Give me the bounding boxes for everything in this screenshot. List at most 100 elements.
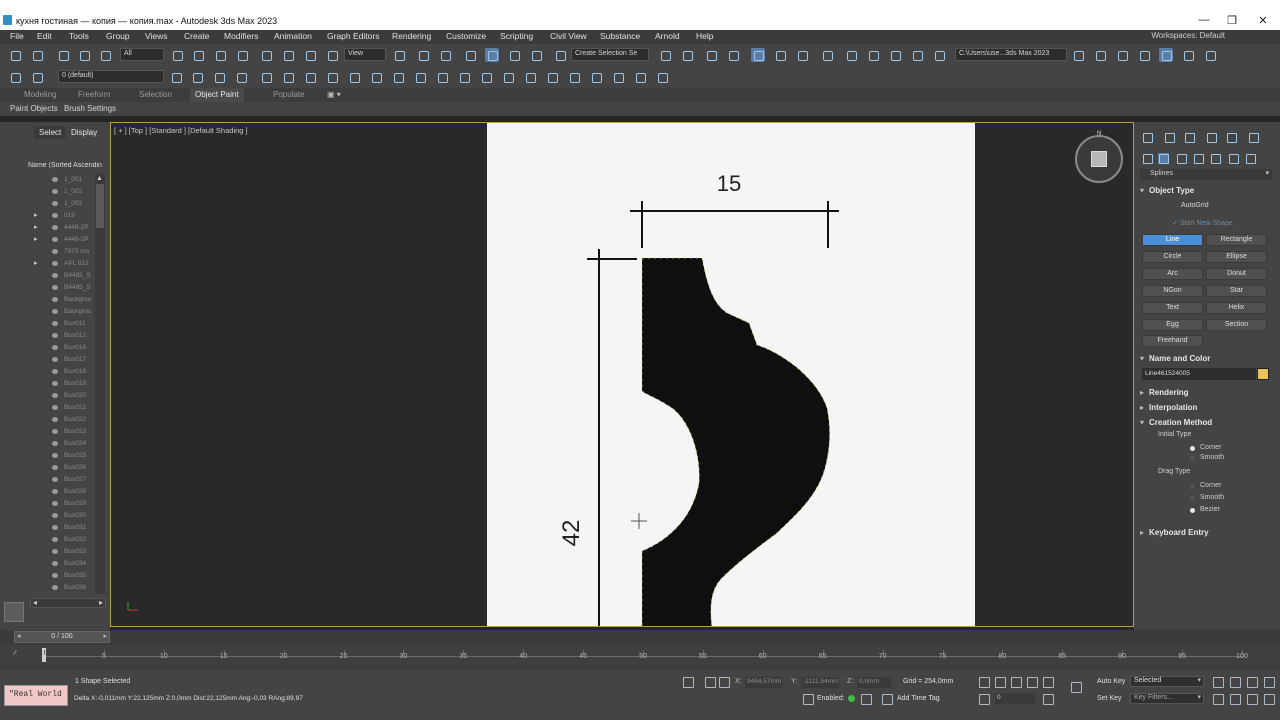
layer-visibility-icon[interactable] bbox=[30, 70, 44, 84]
rectangular-selection-icon[interactable] bbox=[213, 48, 227, 62]
menu-help[interactable]: Help bbox=[696, 31, 713, 41]
menu-edit[interactable]: Edit bbox=[37, 31, 52, 41]
cameras-category-icon[interactable] bbox=[1193, 153, 1204, 164]
systems-category-icon[interactable] bbox=[1245, 153, 1256, 164]
help-icon[interactable] bbox=[655, 70, 669, 84]
list-item[interactable]: 1_003 bbox=[30, 198, 94, 210]
undo-icon[interactable] bbox=[8, 48, 22, 62]
selection-lock-icon[interactable] bbox=[703, 675, 717, 689]
menu-views[interactable]: Views bbox=[145, 31, 168, 41]
scroll-left-icon[interactable]: ◂ bbox=[33, 598, 37, 607]
visibility-eye-icon[interactable] bbox=[52, 261, 58, 266]
z-coord-field[interactable]: 0,0mm bbox=[857, 677, 891, 688]
geometry-category-icon[interactable] bbox=[1142, 153, 1153, 164]
isolate-selection-icon[interactable] bbox=[545, 70, 559, 84]
keyboard-shortcut-override-icon[interactable] bbox=[438, 48, 452, 62]
zoom-extents-all-icon[interactable] bbox=[1262, 675, 1276, 689]
expand-arrow-icon[interactable]: ▸ bbox=[34, 223, 38, 231]
enabled-indicator-icon[interactable] bbox=[848, 695, 855, 702]
visibility-eye-icon[interactable] bbox=[52, 573, 58, 578]
viewport-config-icon[interactable] bbox=[589, 70, 603, 84]
visibility-eye-icon[interactable] bbox=[52, 537, 58, 542]
list-item[interactable]: ▸ 4448-2P bbox=[30, 234, 94, 246]
visibility-eye-icon[interactable] bbox=[52, 237, 58, 242]
current-layer-dropdown[interactable]: 0 (default) bbox=[58, 70, 164, 83]
utilities-panel-icon[interactable] bbox=[1248, 132, 1259, 143]
utilities-tool-icon[interactable] bbox=[457, 70, 471, 84]
menu-animation[interactable]: Animation bbox=[274, 31, 312, 41]
toggle-layer-explorer-icon[interactable] bbox=[726, 48, 740, 62]
create-helper-icon[interactable] bbox=[303, 70, 317, 84]
viewcube[interactable]: N bbox=[1075, 131, 1123, 183]
list-item[interactable]: Box022 bbox=[30, 414, 94, 426]
menu-file[interactable]: File bbox=[10, 31, 24, 41]
render-production-icon[interactable] bbox=[888, 48, 902, 62]
list-item[interactable]: Box031 bbox=[30, 522, 94, 534]
list-item[interactable]: Box017 bbox=[30, 354, 94, 366]
shapes-category-icon[interactable] bbox=[1158, 153, 1169, 164]
grid-icon[interactable] bbox=[567, 70, 581, 84]
visibility-eye-icon[interactable] bbox=[52, 177, 58, 182]
rendered-frame-window-icon[interactable] bbox=[866, 48, 880, 62]
visibility-eye-icon[interactable] bbox=[52, 477, 58, 482]
visibility-eye-icon[interactable] bbox=[52, 333, 58, 338]
add-to-layer-icon[interactable] bbox=[190, 70, 204, 84]
autogrid-checkbox[interactable]: AutoGrid bbox=[1181, 202, 1209, 209]
list-item[interactable]: Box020 bbox=[30, 390, 94, 402]
visibility-eye-icon[interactable] bbox=[52, 309, 58, 314]
viewport-label-menu[interactable]: [ + ] [Top ] [Standard ] [Default Shadin… bbox=[114, 126, 248, 135]
scroll-up-icon[interactable]: ▲ bbox=[96, 175, 103, 182]
helix-button[interactable]: Helix bbox=[1206, 302, 1267, 314]
workspaces-selector[interactable]: Workspaces: Default bbox=[1151, 31, 1225, 40]
top-viewport[interactable]: 15 42 [ + ] [Top ] [Standard ] [Default … bbox=[110, 122, 1134, 627]
paint-objects-button[interactable]: Paint Objects bbox=[10, 104, 58, 113]
menu-rendering[interactable]: Rendering bbox=[392, 31, 431, 41]
visibility-eye-icon[interactable] bbox=[52, 249, 58, 254]
align-icon[interactable] bbox=[680, 48, 694, 62]
material-editor-icon[interactable] bbox=[820, 48, 834, 62]
line-button[interactable]: Line bbox=[1142, 234, 1203, 246]
visibility-eye-icon[interactable] bbox=[52, 429, 58, 434]
light-lister-icon[interactable] bbox=[479, 70, 493, 84]
brush-settings-button[interactable]: Brush Settings bbox=[64, 104, 116, 113]
visibility-eye-icon[interactable] bbox=[52, 501, 58, 506]
toggle-ribbon-icon[interactable] bbox=[751, 48, 765, 62]
minimize-button[interactable]: — bbox=[1194, 14, 1214, 26]
tab-populate[interactable]: Populate bbox=[268, 88, 310, 102]
zoom-icon[interactable] bbox=[1211, 675, 1225, 689]
safe-frame-icon[interactable] bbox=[1181, 48, 1195, 62]
time-slider[interactable]: ◂ 0 / 100 ▸ bbox=[14, 631, 110, 643]
visibility-eye-icon[interactable] bbox=[52, 357, 58, 362]
creation-method-rollout[interactable]: ▾ Creation Method bbox=[1140, 418, 1212, 427]
percent-snap-icon[interactable] bbox=[507, 48, 521, 62]
hierarchy-tool-icon[interactable] bbox=[391, 70, 405, 84]
placement-icon[interactable] bbox=[325, 48, 339, 62]
lights-category-icon[interactable] bbox=[1176, 153, 1187, 164]
list-item[interactable]: Box018 bbox=[30, 366, 94, 378]
list-item[interactable]: Box030 bbox=[30, 510, 94, 522]
viewcube-face[interactable] bbox=[1091, 151, 1107, 167]
maxscript-mini-listener[interactable]: "Real World ! bbox=[4, 685, 71, 706]
next-frame-icon[interactable]: ▸ bbox=[103, 632, 107, 642]
container-icon[interactable] bbox=[523, 70, 537, 84]
layer-explorer-toggle-icon[interactable] bbox=[4, 602, 24, 622]
command-panel-toggle-icon[interactable] bbox=[1159, 48, 1173, 62]
shape-category-dropdown[interactable]: Splines bbox=[1140, 169, 1272, 180]
visibility-eye-icon[interactable] bbox=[52, 321, 58, 326]
xref-icon[interactable] bbox=[501, 70, 515, 84]
key-mode-icon[interactable] bbox=[977, 692, 991, 706]
zoom-all-icon[interactable] bbox=[1228, 675, 1242, 689]
pivot-center-icon[interactable] bbox=[392, 48, 406, 62]
menu-graph-editors[interactable]: Graph Editors bbox=[327, 31, 379, 41]
list-item[interactable]: Box035 bbox=[30, 570, 94, 582]
list-item[interactable]: ▸ 019 bbox=[30, 210, 94, 222]
list-item[interactable]: Box032 bbox=[30, 534, 94, 546]
menu-tools[interactable]: Tools bbox=[69, 31, 89, 41]
curve-editor-icon[interactable] bbox=[773, 48, 787, 62]
selection-filter-dropdown[interactable]: All bbox=[120, 48, 164, 61]
render-cloud-icon[interactable] bbox=[910, 48, 924, 62]
time-config-icon[interactable] bbox=[1041, 692, 1055, 706]
mirror-icon[interactable] bbox=[658, 48, 672, 62]
list-item[interactable]: Box026 bbox=[30, 462, 94, 474]
list-item[interactable]: Box028 bbox=[30, 486, 94, 498]
